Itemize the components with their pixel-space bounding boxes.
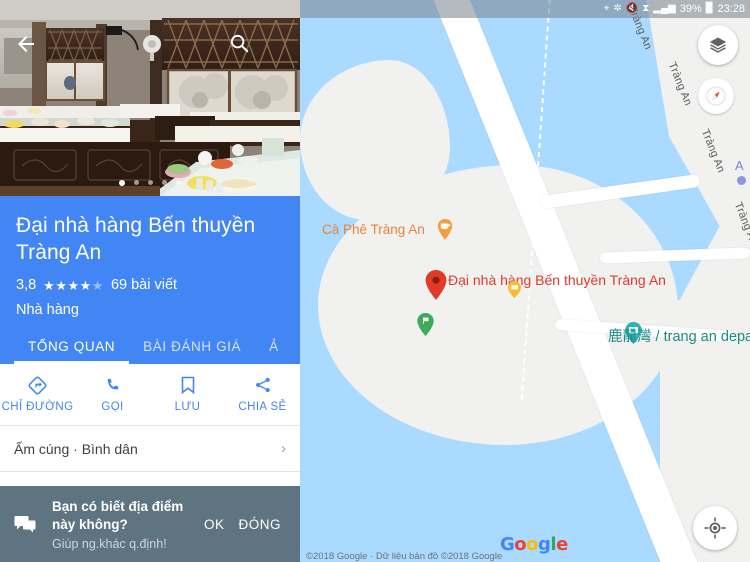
carousel-dot[interactable] (176, 180, 181, 185)
bookmark-icon (180, 376, 196, 394)
rating-row: 3,8 ★★★★★ 69 bài viết (16, 277, 284, 293)
tab-overview[interactable]: TỔNG QUAN (14, 339, 130, 364)
directions-icon (28, 376, 47, 394)
back-arrow-icon[interactable] (14, 32, 38, 56)
map-poi-cafe-label[interactable]: Cà Phê Tràng An (322, 222, 425, 237)
review-count[interactable]: 69 bài viết (111, 277, 177, 293)
prompt-subtitle: Giúp ng.khác q.định! (52, 536, 167, 551)
chat-bubble-icon (12, 515, 38, 533)
call-button[interactable]: GỌI (75, 364, 150, 425)
save-button[interactable]: LƯU (150, 364, 225, 425)
layers-icon (709, 37, 727, 53)
place-attributes-text: Ấm cúng · Bình dân (14, 440, 138, 457)
place-info-block: Đại nhà hàng Bến thuyền Tràng An 3,8 ★★★… (0, 196, 300, 364)
share-icon (254, 376, 272, 394)
star-rating: ★★★★★ (43, 277, 104, 293)
prompt-ok-button[interactable]: OK (197, 517, 232, 532)
my-location-icon (704, 517, 726, 539)
place-details-panel: Đại nhà hàng Bến thuyền Tràng An 3,8 ★★★… (0, 0, 300, 562)
carousel-dot[interactable] (162, 180, 167, 185)
directions-label: CHỈ ĐƯỜNG (1, 401, 74, 413)
google-logo: Google (500, 534, 568, 555)
battery-percent: 39% (679, 3, 702, 15)
rating-value: 3,8 (16, 277, 37, 293)
search-icon[interactable] (228, 32, 250, 54)
carousel-dot[interactable] (134, 180, 139, 185)
share-label: CHIA SẺ (238, 401, 287, 413)
battery-icon: ▉ (705, 3, 714, 14)
compass-button[interactable] (698, 78, 734, 114)
location-icon: ⌖ (603, 3, 610, 14)
map-attribution: ©2018 Google · Dữ liệu bản đồ ©2018 Goog… (306, 551, 503, 562)
photo-carousel-dots[interactable] (0, 180, 300, 186)
directions-button[interactable]: CHỈ ĐƯỜNG (0, 364, 75, 425)
carousel-dot[interactable] (148, 180, 153, 185)
place-photo (0, 0, 300, 196)
prompt-text-block: Bạn có biết địa điểm này không? Giúp ng.… (38, 498, 197, 551)
mute-icon: 🔇 (625, 3, 639, 14)
layers-button[interactable] (698, 25, 738, 65)
green-pin-icon[interactable] (417, 313, 434, 336)
map-transit-label: A (735, 158, 744, 173)
tab-reviews[interactable]: BÀI ĐÁNH GIÁ (129, 339, 255, 364)
prompt-close-button[interactable]: ĐÓNG (232, 517, 289, 532)
share-button[interactable]: CHIA SẺ (225, 364, 300, 425)
status-bar: ⌖ ✲ 🔇 ⧗ ▂▄▆ 39% ▉ 23:28 (300, 0, 750, 18)
red-pin-icon[interactable] (425, 270, 447, 300)
tab-bar[interactable]: TỔNG QUAN BÀI ĐÁNH GIÁ Ả (0, 324, 300, 364)
signal-icon: ▂▄▆ (653, 3, 676, 14)
clock: 23:28 (717, 3, 745, 15)
map-poi-boat-text: 鹿龍灣 / trang an departure boat tic (608, 329, 750, 345)
map-transit-dot (737, 176, 746, 185)
chevron-right-icon: › (281, 440, 286, 457)
cafe-pin-icon[interactable] (437, 219, 453, 240)
tab-photos[interactable]: Ả (255, 339, 293, 364)
place-photo-header[interactable] (0, 0, 300, 196)
map-poi-main-label[interactable]: Đại nhà hàng Bến thuyền Tràng An (448, 272, 666, 289)
carousel-dot[interactable] (119, 180, 125, 186)
hourglass-icon: ⧗ (642, 3, 650, 14)
phone-icon (104, 376, 121, 394)
prompt-title: Bạn có biết địa điểm này không? (52, 498, 184, 532)
yellow-pin-icon[interactable] (508, 281, 521, 298)
map-poi-boat-label[interactable]: 鹿龍灣 / trang an departure boat tic (608, 328, 750, 346)
bluetooth-icon: ✲ (613, 3, 622, 14)
place-attributes-row[interactable]: Ấm cúng · Bình dân › (0, 426, 300, 472)
compass-icon (706, 86, 726, 106)
know-this-place-prompt: Bạn có biết địa điểm này không? Giúp ng.… (0, 486, 300, 562)
google-maps-place-screen: Tràng An Tràng An Tràng An Tràng An A Cà… (0, 0, 750, 562)
action-button-row: CHỈ ĐƯỜNG GỌI LƯU CHIA SẺ (0, 364, 300, 426)
save-label: LƯU (174, 401, 201, 413)
call-label: GỌI (101, 401, 124, 413)
page-title: Đại nhà hàng Bến thuyền Tràng An (16, 214, 256, 264)
place-category: Nhà hàng (16, 302, 79, 318)
my-location-button[interactable] (693, 506, 737, 550)
